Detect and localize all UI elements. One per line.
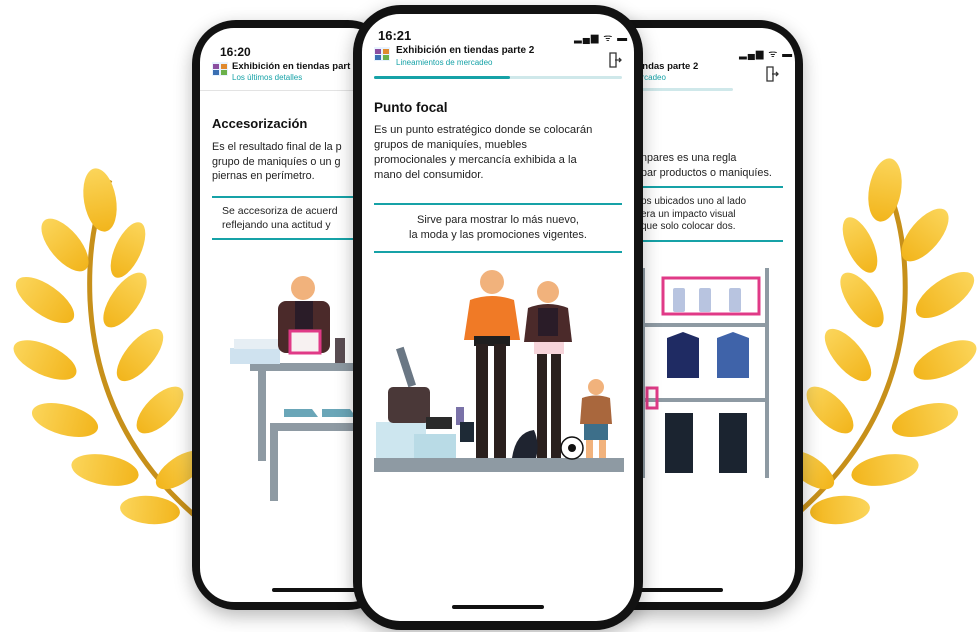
body-text: npares es una regla par productos o mani… xyxy=(641,152,772,179)
shelving-illustration xyxy=(633,268,769,478)
section-title: Accesorización xyxy=(212,116,308,131)
status-time: 16:20 xyxy=(220,45,251,59)
highlight-rule-bottom xyxy=(374,251,622,253)
app-subtitle: Lineamientos de mercadeo xyxy=(396,58,493,67)
status-icons: ▂▄▆ ᯤ ▬ xyxy=(574,33,629,44)
exit-door-icon[interactable] xyxy=(765,66,779,82)
body-text: Es un punto estratégico donde se colocar… xyxy=(374,124,593,181)
highlight-box: Sirve para mostrar lo más nuevo, la moda… xyxy=(409,214,587,241)
home-indicator xyxy=(272,588,362,592)
highlight-rule-top xyxy=(633,186,783,188)
home-indicator xyxy=(633,588,723,592)
phone-center-screen: 16:21 ▂▄▆ ᯤ ▬ Exhibición en tiendas part… xyxy=(362,14,634,621)
store-shelf-icon xyxy=(374,47,390,61)
progress-fill xyxy=(374,76,511,79)
exit-door-icon[interactable] xyxy=(608,52,622,68)
section-title: Punto focal xyxy=(374,100,448,115)
focal-point-illustration xyxy=(374,270,624,472)
progress-track xyxy=(633,88,733,91)
home-indicator xyxy=(452,605,544,609)
highlight-rule-bottom xyxy=(633,240,783,242)
laurel-left xyxy=(13,168,205,525)
status-icons: ▂▄▆ ᯤ ▬ xyxy=(739,49,794,60)
phone-center: 16:21 ▂▄▆ ᯤ ▬ Exhibición en tiendas part… xyxy=(353,5,643,630)
app-title: endas parte 2 xyxy=(637,61,699,72)
laurel-right xyxy=(785,158,977,525)
app-title: Exhibición en tiendas parte 2 xyxy=(396,45,535,56)
app-title: Exhibición en tiendas part xyxy=(232,61,351,72)
app-subtitle: Los últimos detalles xyxy=(232,73,303,82)
highlight-box: ps ubicados uno al lado era un impacto v… xyxy=(641,196,747,232)
highlight-rule-top xyxy=(374,203,622,205)
progress-track xyxy=(374,76,622,79)
status-time: 16:21 xyxy=(378,28,412,43)
store-shelf-icon xyxy=(212,62,228,76)
